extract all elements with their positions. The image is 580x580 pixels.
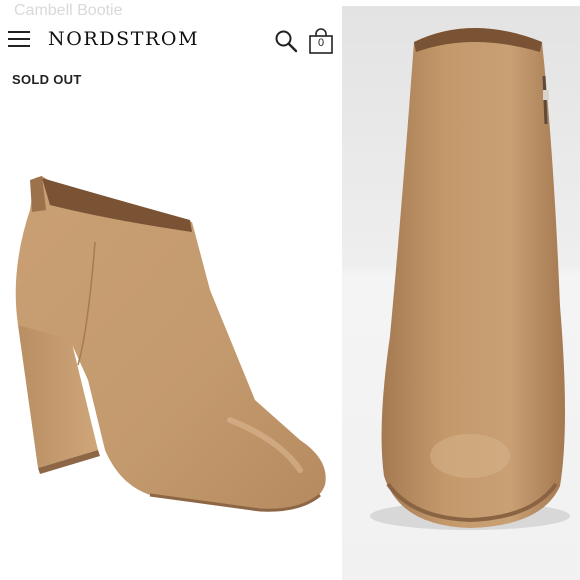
hamburger-menu-icon[interactable] (8, 30, 30, 48)
bag-count: 0 (317, 37, 325, 49)
top-navigation-bar: NORDSTROM 0 (0, 18, 340, 62)
shopping-bag-icon[interactable]: 0 (308, 28, 334, 54)
brand-logo[interactable]: NORDSTROM (48, 28, 199, 50)
search-icon[interactable] (274, 29, 298, 53)
product-closeup-image[interactable] (342, 6, 580, 580)
product-image[interactable] (0, 150, 340, 530)
product-page-screenshot: Cambell Bootie NORDSTROM 0 SOLD OUT (0, 0, 340, 580)
sold-out-label: SOLD OUT (12, 72, 82, 87)
